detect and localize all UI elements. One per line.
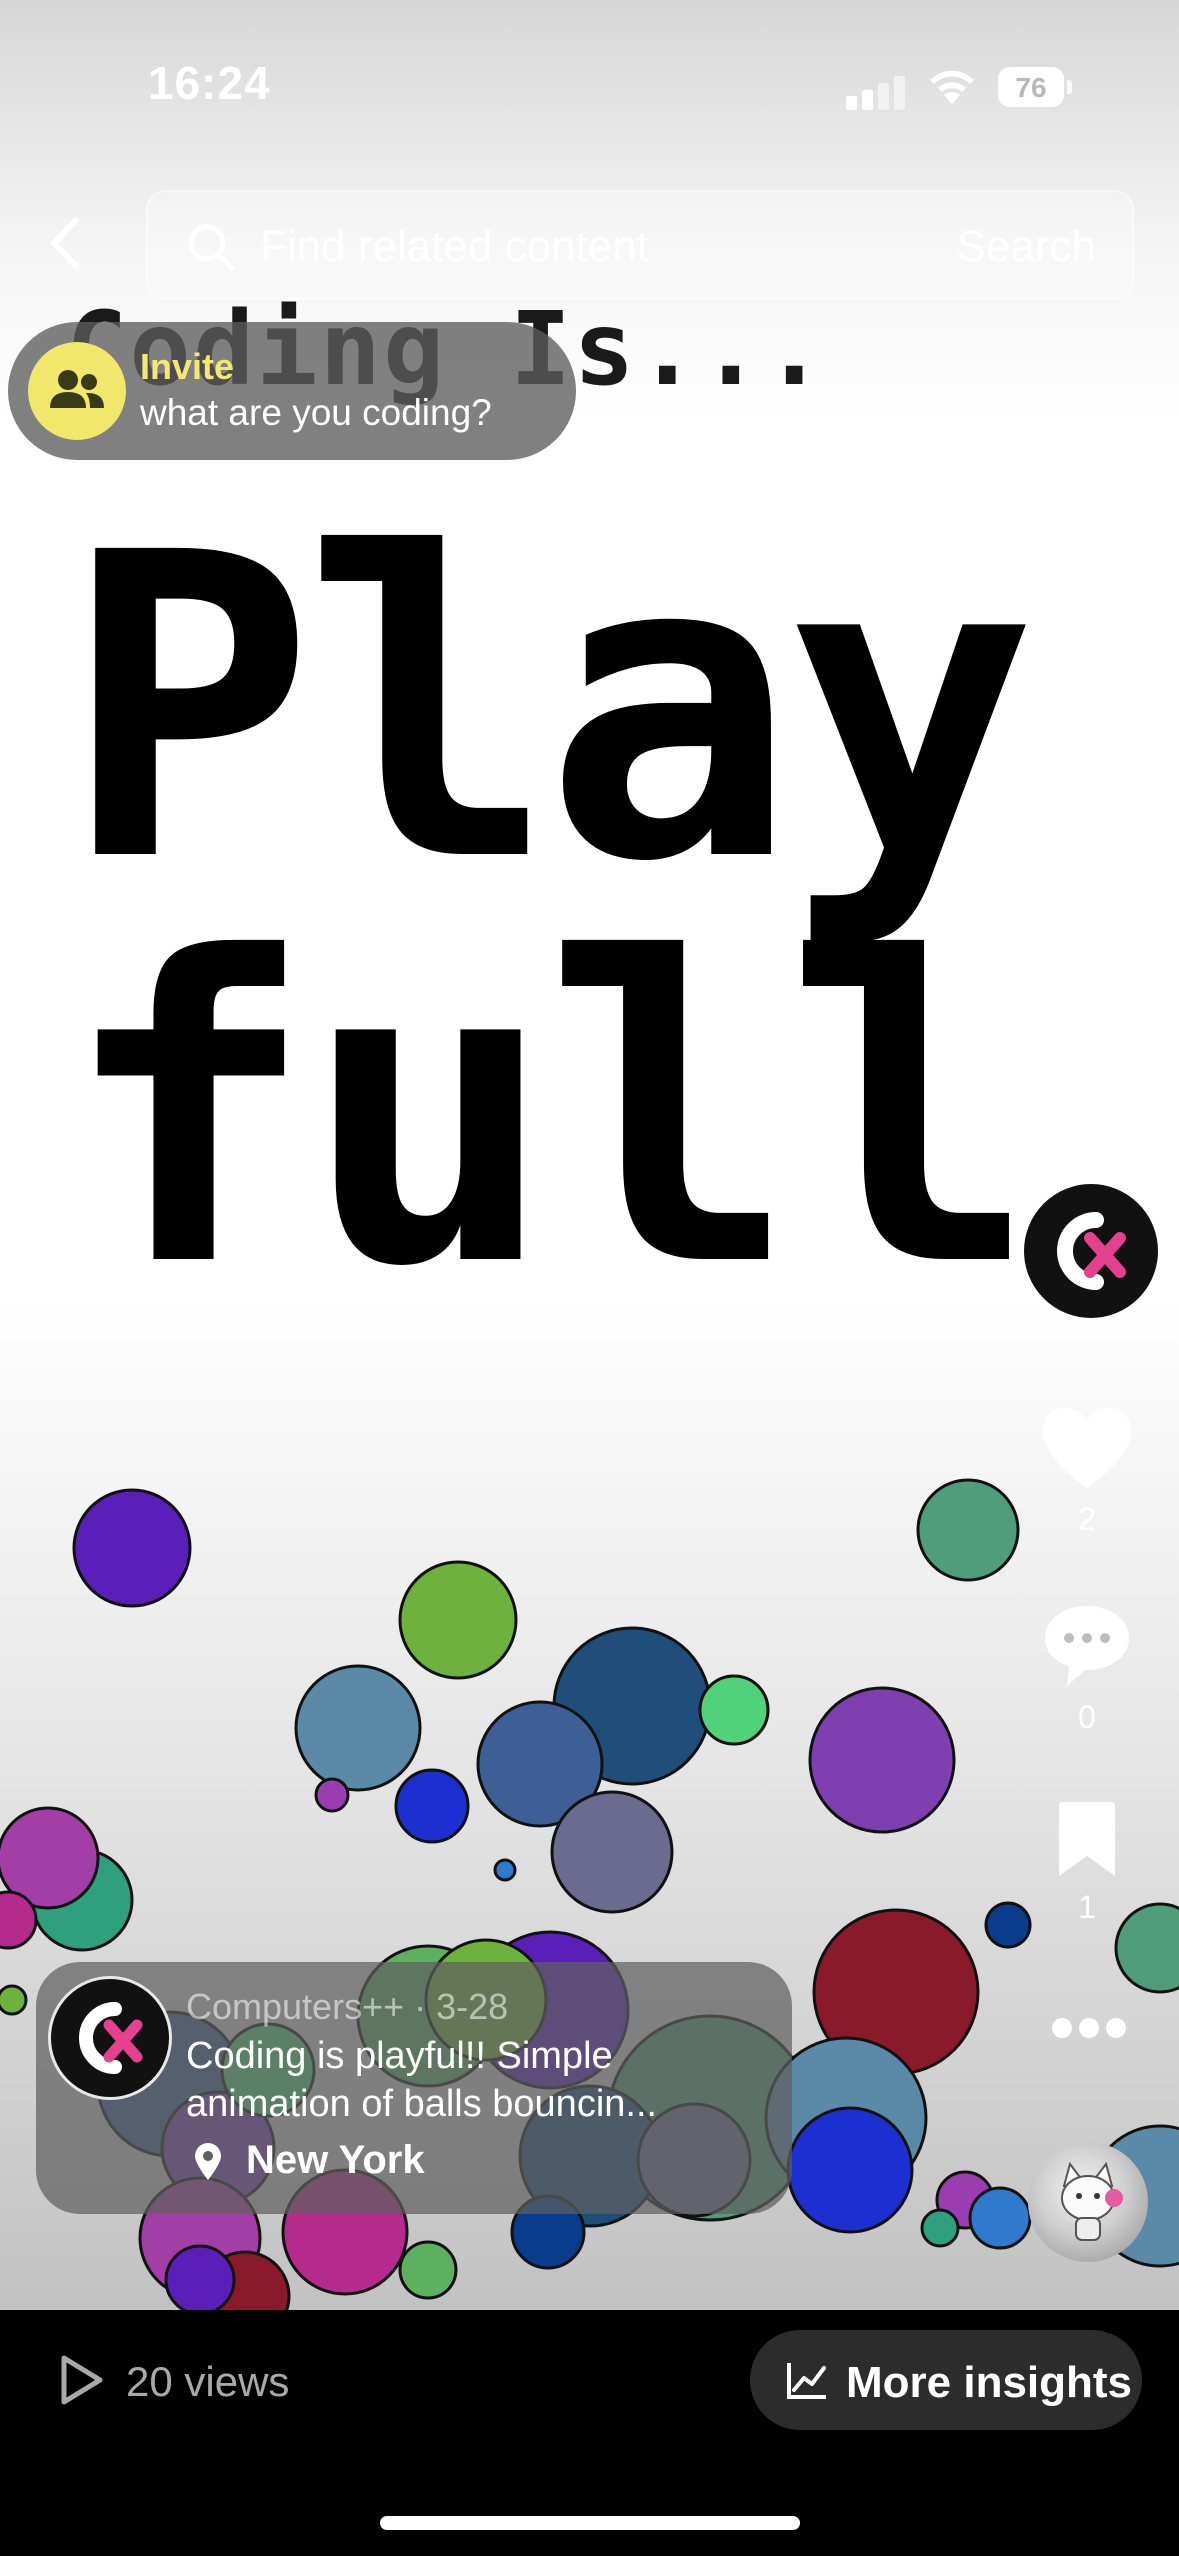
home-indicator bbox=[380, 2516, 800, 2530]
ball-30 bbox=[920, 2208, 960, 2248]
wifi-icon bbox=[930, 70, 974, 104]
chart-line-icon bbox=[787, 2363, 826, 2399]
save-count: 1 bbox=[1078, 1889, 1096, 1925]
ball-9 bbox=[394, 1768, 470, 1844]
invite-bubble[interactable]: Invite what are you coding? bbox=[8, 322, 576, 460]
invite-icon bbox=[28, 342, 126, 440]
comment-button[interactable]: 0 bbox=[1020, 1600, 1154, 1736]
ball-3 bbox=[294, 1664, 422, 1792]
computers-logo-icon bbox=[79, 2002, 143, 2074]
ball-29 bbox=[968, 2186, 1032, 2250]
chevron-left-icon bbox=[51, 217, 79, 269]
more-insights-label: More insights bbox=[846, 2358, 1133, 2407]
ball-2 bbox=[916, 1478, 1020, 1582]
invite-question: what are you coding? bbox=[140, 392, 492, 433]
comment-icon bbox=[1045, 1606, 1129, 1686]
ball-1 bbox=[398, 1560, 518, 1680]
comment-count: 0 bbox=[1078, 1699, 1096, 1735]
post-info-card[interactable]: Computers++ · 3-28 Coding is playful!! S… bbox=[36, 1962, 792, 2214]
ball-0 bbox=[72, 1488, 192, 1608]
people-icon bbox=[50, 370, 104, 408]
back-button[interactable] bbox=[36, 208, 96, 278]
search-bar[interactable]: Find related content Search bbox=[146, 190, 1134, 300]
play-icon bbox=[61, 2355, 103, 2405]
author-avatar[interactable] bbox=[48, 1976, 172, 2100]
ball-27 bbox=[786, 2106, 914, 2234]
heart-icon bbox=[1043, 1408, 1131, 1488]
creator-avatar[interactable] bbox=[1020, 1180, 1162, 1322]
music-disc[interactable] bbox=[1028, 2142, 1148, 2262]
search-button[interactable]: Search bbox=[957, 222, 1096, 272]
like-button[interactable]: 2 bbox=[1020, 1404, 1154, 1538]
more-options-button[interactable] bbox=[1052, 2018, 1133, 2043]
save-button[interactable]: 1 bbox=[1020, 1800, 1154, 1926]
search-icon bbox=[188, 224, 235, 271]
ball-10 bbox=[314, 1777, 350, 1813]
battery-icon: 76 bbox=[998, 67, 1072, 107]
more-insights-button[interactable]: More insights bbox=[750, 2330, 1142, 2430]
ball-8 bbox=[550, 1790, 674, 1914]
post-location[interactable]: New York bbox=[246, 2138, 425, 2183]
status-bar: 16:24 76 bbox=[0, 0, 1179, 160]
like-count: 2 bbox=[1078, 1501, 1096, 1537]
ball-11 bbox=[493, 1858, 517, 1882]
ball-36 bbox=[164, 2244, 236, 2310]
more-dots-icon bbox=[1052, 2018, 1133, 2042]
battery-level: 76 bbox=[1015, 72, 1047, 103]
cellular-signal-icon bbox=[846, 74, 906, 110]
invite-label: Invite bbox=[140, 346, 235, 387]
ball-7 bbox=[698, 1674, 770, 1746]
location-pin-icon bbox=[195, 2143, 221, 2180]
bookmark-icon bbox=[1059, 1802, 1115, 1876]
ball-35 bbox=[398, 2240, 458, 2300]
view-count: 20 views bbox=[126, 2358, 290, 2405]
computers-logo-icon bbox=[1057, 1212, 1126, 1290]
ball-37 bbox=[0, 1984, 28, 2016]
ball-6 bbox=[808, 1686, 956, 1834]
post-caption[interactable]: Coding is playful!! Simple animation of … bbox=[186, 2032, 766, 2128]
cat-avatar-icon bbox=[1061, 2161, 1123, 2241]
status-time: 16:24 bbox=[148, 57, 271, 109]
author-and-date[interactable]: Computers++ · 3-28 bbox=[186, 1986, 508, 2028]
search-input[interactable]: Find related content bbox=[260, 222, 649, 272]
